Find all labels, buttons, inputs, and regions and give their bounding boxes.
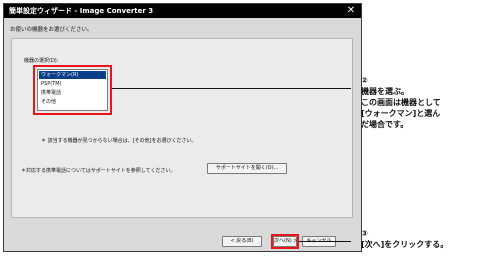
dialog-title: 簡単設定ウィザード - Image Converter 3 — [9, 7, 154, 15]
open-support-site-button[interactable]: サポートサイトを開く(O)... — [207, 163, 287, 174]
step2-line-4: だ場合です。 — [361, 120, 409, 129]
callout-line-step2 — [112, 88, 351, 89]
note-other-device: ＊ 該当する機器が見つからない場合は、[その他]をお選びください。 — [41, 138, 197, 144]
device-list-label: 機器の選択(D): — [24, 58, 59, 64]
step3-number: ③ — [361, 229, 368, 238]
step2-line-2: この画面は機器として — [361, 98, 441, 107]
dialog-titlebar: 簡単設定ウィザード - Image Converter 3 ✕ — [4, 4, 361, 18]
intro-text: お使いの機器をお選びください。 — [10, 27, 93, 33]
close-icon[interactable]: ✕ — [345, 4, 357, 18]
step2-line-3: [ウォークマン]と選ん — [361, 109, 441, 118]
back-button[interactable]: < 戻る(B) — [222, 236, 262, 247]
step2-number: ② — [361, 76, 368, 85]
next-highlight-frame — [271, 234, 299, 249]
list-highlight-frame — [33, 65, 112, 115]
note-mobile-support: ＊対応する携帯電話についてはサポートサイトを参照してください。 — [21, 168, 176, 174]
annotation-step2: ② 機器を選ぶ。 この画面は機器として [ウォークマン]と選ん だ場合です。 — [361, 75, 479, 130]
callout-line-step3 — [299, 241, 351, 242]
step3-text: [次へ]をクリックする。 — [361, 240, 449, 249]
step2-line-1: 機器を選ぶ。 — [361, 87, 409, 96]
annotation-step3: ③ [次へ]をクリックする。 — [361, 228, 479, 250]
